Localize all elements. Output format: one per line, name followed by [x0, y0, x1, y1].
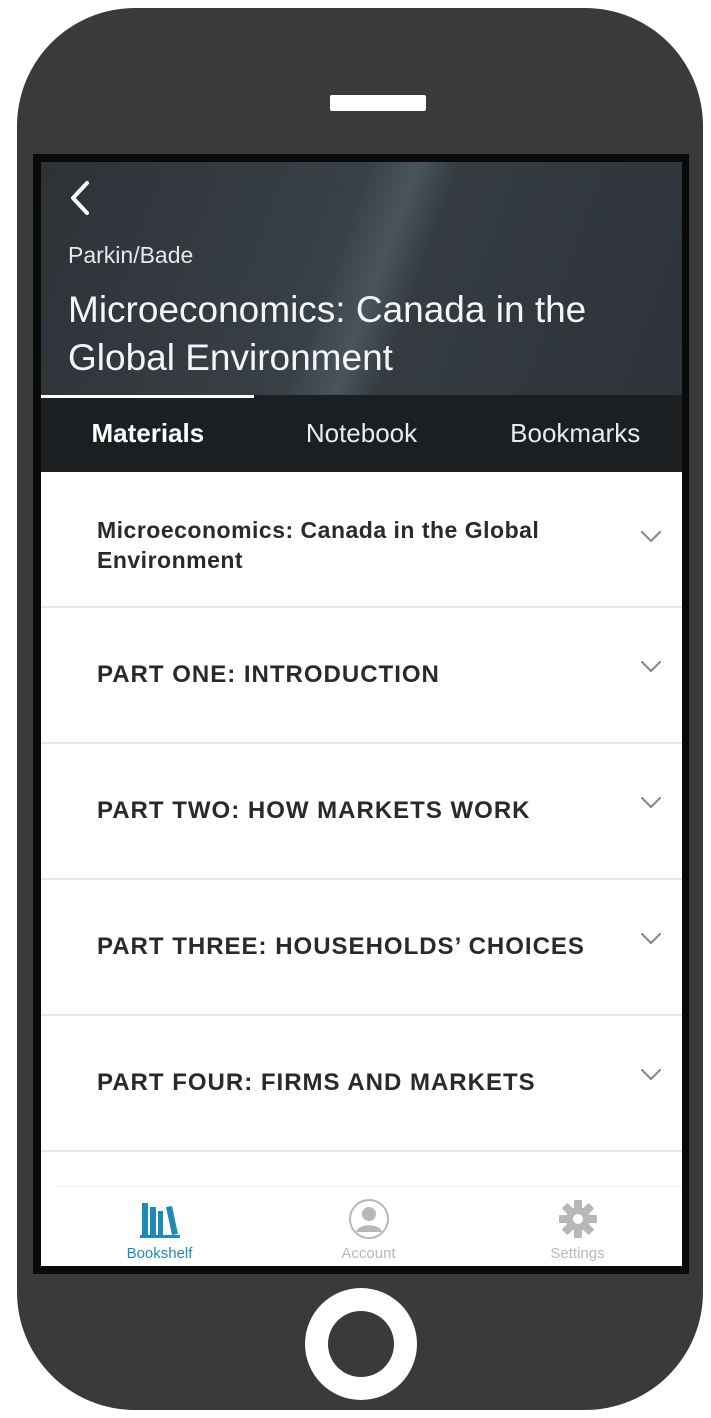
chevron-down-icon[interactable]: [640, 796, 662, 810]
list-item[interactable]: PART ONE: INTRODUCTION: [41, 608, 682, 744]
app-screen: Parkin/Bade Microeconomics: Canada in th…: [41, 162, 682, 1266]
book-author: Parkin/Bade: [68, 242, 194, 268]
list-item-label: PART THREE: HOUSEHOLDS’ CHOICES: [97, 933, 585, 960]
tab-notebook[interactable]: Notebook: [255, 395, 469, 472]
materials-list: Microeconomics: Canada in the Global Env…: [41, 472, 682, 1152]
chevron-down-icon[interactable]: [640, 530, 662, 544]
back-button[interactable]: [65, 176, 95, 220]
book-title: Microeconomics: Canada in the Global Env…: [68, 289, 587, 378]
chevron-left-icon: [71, 181, 89, 215]
nav-settings[interactable]: Settings: [473, 1187, 682, 1266]
gear-icon: [558, 1200, 597, 1238]
tab-materials[interactable]: Materials: [41, 395, 255, 472]
active-tab-indicator: [41, 395, 254, 398]
tab-bar: Materials Notebook Bookmarks: [41, 395, 682, 472]
list-item[interactable]: Microeconomics: Canada in the Global Env…: [41, 472, 682, 608]
chevron-down-icon[interactable]: [640, 1068, 662, 1082]
list-item[interactable]: PART FOUR: FIRMS AND MARKETS: [41, 1016, 682, 1152]
bookshelf-icon: [139, 1203, 180, 1238]
list-item-label: PART ONE: INTRODUCTION: [97, 661, 440, 688]
nav-account-label: Account: [341, 1245, 396, 1262]
book-header: Parkin/Bade Microeconomics: Canada in th…: [41, 162, 682, 395]
chevron-down-icon[interactable]: [640, 660, 662, 674]
list-item-label: PART FOUR: FIRMS AND MARKETS: [97, 1069, 536, 1096]
bottom-navigation: Bookshelf Account Settings: [55, 1186, 682, 1266]
phone-speaker: [330, 95, 426, 111]
nav-bookshelf-label: Bookshelf: [126, 1245, 193, 1262]
list-item-label: Microeconomics: Canada in the Global Env…: [97, 517, 540, 573]
account-icon: [348, 1199, 389, 1239]
list-item[interactable]: PART TWO: HOW MARKETS WORK: [41, 744, 682, 880]
list-item-label: PART TWO: HOW MARKETS WORK: [97, 797, 531, 824]
nav-settings-label: Settings: [550, 1245, 605, 1262]
tab-bookmarks[interactable]: Bookmarks: [468, 395, 682, 472]
home-button-center: [328, 1311, 394, 1377]
list-item[interactable]: PART THREE: HOUSEHOLDS’ CHOICES: [41, 880, 682, 1016]
home-button[interactable]: [305, 1288, 417, 1400]
nav-account[interactable]: Account: [264, 1187, 473, 1266]
chevron-down-icon[interactable]: [640, 932, 662, 946]
nav-bookshelf[interactable]: Bookshelf: [55, 1187, 264, 1266]
